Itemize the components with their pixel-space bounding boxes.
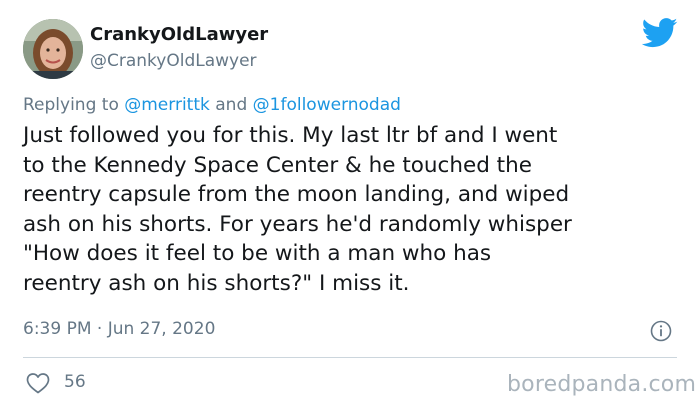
mention-link[interactable]: @1followernodad	[253, 95, 401, 115]
twitter-bird-icon[interactable]	[642, 18, 678, 48]
tweet-line: to the Kennedy Space Center & he touched…	[23, 152, 532, 178]
divider	[23, 357, 677, 358]
tweet-line: reentry ash on his shorts?" I miss it.	[23, 270, 410, 296]
mention-link[interactable]: @merrittk	[124, 95, 210, 115]
tweet-timestamp[interactable]: 6:39 PM · Jun 27, 2020	[23, 319, 215, 339]
avatar-photo	[23, 19, 83, 79]
reply-joiner: and	[209, 95, 253, 115]
tweet-line: reentry capsule from the moon landing, a…	[23, 182, 570, 207]
watermark: boredpanda.com	[507, 372, 697, 397]
tweet-line: "How does it feel to be with a man who h…	[23, 241, 492, 266]
user-handle[interactable]: @CrankyOldLawyer	[90, 51, 257, 71]
reply-prefix: Replying to	[23, 95, 125, 115]
heart-icon[interactable]	[25, 371, 51, 395]
tweet-line: Just followed you for this. My last ltr …	[23, 123, 558, 148]
info-icon[interactable]	[650, 320, 672, 342]
tweet-line: ash on his shorts. For years he'd random…	[23, 211, 572, 237]
like-count: 56	[64, 372, 86, 392]
tweet-text: Just followed you for this. My last ltr …	[23, 121, 683, 298]
reply-context: Replying to @merrittk and @1followernoda…	[23, 95, 401, 115]
display-name[interactable]: CrankyOldLawyer	[90, 24, 268, 45]
avatar[interactable]	[23, 19, 83, 79]
